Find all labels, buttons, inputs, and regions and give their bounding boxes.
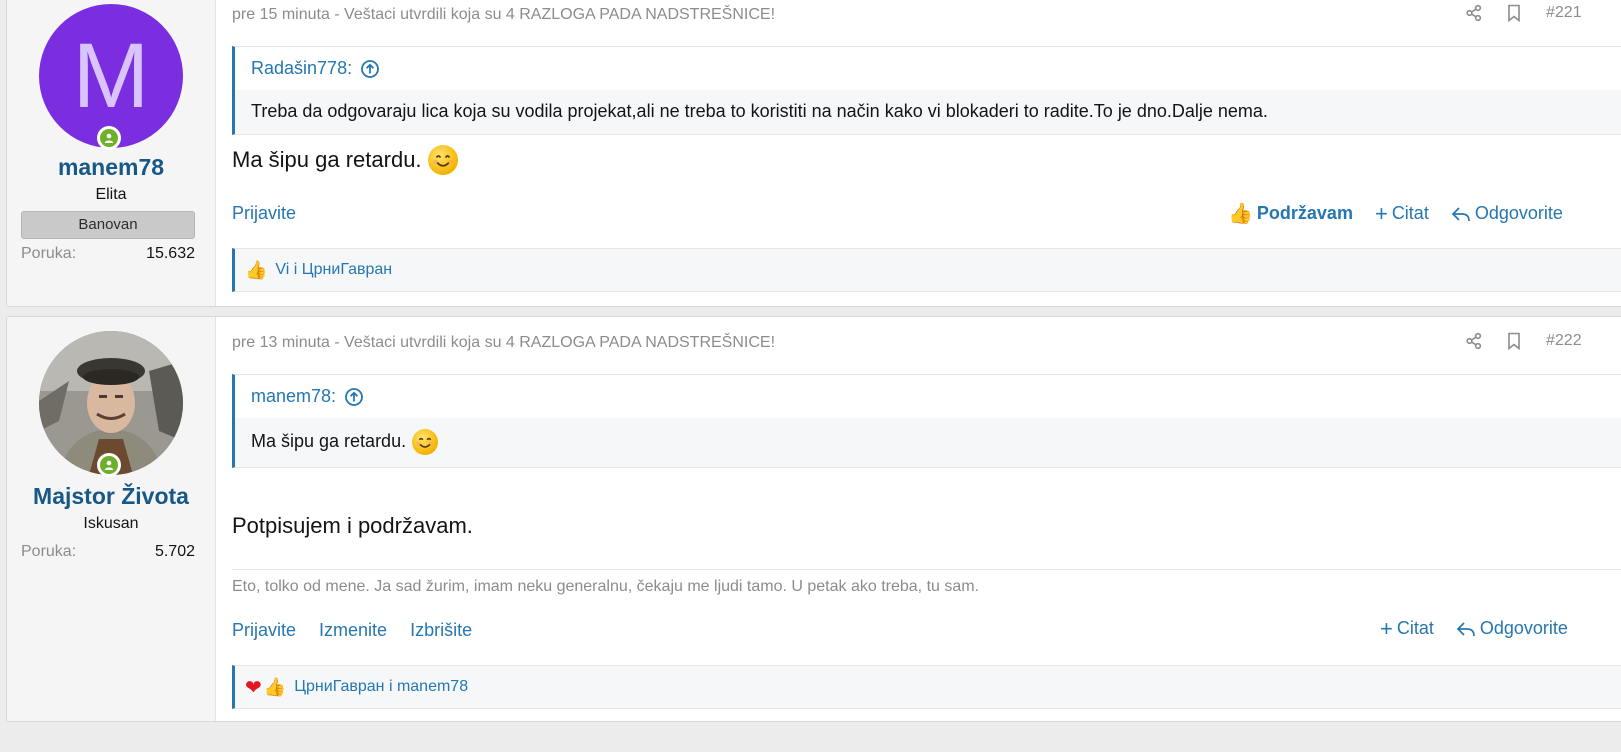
message-count-label: Poruka:	[21, 245, 77, 262]
bookmark-icon[interactable]	[1494, 332, 1534, 350]
edit-link[interactable]: Izmenite	[319, 620, 387, 641]
like-button[interactable]: 👍 Podržavam	[1228, 201, 1353, 226]
report-link[interactable]: Prijavite	[232, 620, 296, 641]
quote-text-content: Ma šipu ga retardu.	[251, 431, 407, 451]
quote-block: Radašin778: Treba da odgovaraju lica koj…	[232, 46, 1621, 135]
post-message-text: Potpisujem i podržavam.	[232, 513, 473, 538]
thumbs-up-icon: 👍	[263, 676, 287, 697]
username[interactable]: Majstor Života	[7, 483, 215, 510]
thumbs-up-icon: 👍	[1228, 203, 1253, 225]
plus-icon: +	[1380, 615, 1393, 641]
user-signature: Eto, tolko od mene. Ja sad žurim, imam n…	[232, 569, 1621, 596]
heart-icon: ❤	[245, 676, 262, 699]
quote-header[interactable]: Radašin778:	[235, 47, 1621, 90]
quote-button[interactable]: + Citat	[1374, 200, 1429, 226]
reply-icon	[1451, 206, 1470, 221]
bookmark-icon[interactable]	[1494, 4, 1534, 22]
user-info: M manem78 Elita Banovan Poruka: 15.632	[7, 0, 216, 306]
post-meta[interactable]: pre 13 minuta - Veštaci utvrdili koja su…	[232, 334, 775, 352]
quote-text: Treba da odgovaraju lica koja su vodila …	[251, 100, 1268, 121]
post-number[interactable]: #222	[1546, 332, 1582, 350]
message-count: Poruka: 5.702	[21, 543, 195, 561]
like-label: Podržavam	[1256, 203, 1353, 223]
quote-text: Ma šipu ga retardu.	[235, 418, 1621, 465]
quote-label: Citat	[1396, 618, 1434, 638]
message-count-value: 15.632	[146, 245, 195, 262]
post-tools: #222	[1454, 332, 1582, 350]
reply-label: Odgovorite	[1479, 618, 1568, 638]
quote-header[interactable]: manem78:	[235, 375, 1621, 418]
post-content: pre 15 minuta - Veštaci utvrdili koja su…	[216, 0, 1621, 306]
quote-block: manem78: Ma šipu ga retardu.	[232, 374, 1621, 468]
jump-to-quote-icon[interactable]	[344, 387, 364, 407]
quote-author[interactable]: Radašin778:	[251, 58, 352, 79]
user-banner: Banovan	[21, 211, 195, 239]
reply-button[interactable]: Odgovorite	[1451, 203, 1563, 224]
message-count-value: 5.702	[154, 543, 195, 560]
quote-label: Citat	[1391, 203, 1429, 223]
avatar[interactable]	[39, 331, 183, 477]
reply-button[interactable]: Odgovorite	[1456, 618, 1568, 639]
user-title: Iskusan	[83, 515, 139, 532]
quote-button[interactable]: + Citat	[1380, 615, 1434, 641]
post-content: pre 13 minuta - Veštaci utvrdili koja su…	[216, 317, 1621, 721]
reactions-bar[interactable]: 👍 Vi i ЦрниГавран	[232, 248, 1621, 292]
post-message: Ma šipu ga retardu.	[232, 145, 458, 175]
post-tools: #221	[1454, 4, 1582, 22]
username[interactable]: manem78	[7, 154, 215, 181]
online-status-icon	[97, 453, 121, 477]
reactions-list[interactable]: ЦрниГавран i manem78	[294, 678, 468, 696]
reply-label: Odgovorite	[1474, 203, 1563, 223]
post-message: Potpisujem i podržavam.	[232, 513, 473, 539]
post-actions-right: 👍 Podržavam + Citat Odgovorite	[1228, 201, 1563, 226]
post-actions-right: + Citat Odgovorite	[1380, 615, 1568, 641]
post-221: M manem78 Elita Banovan Poruka: 15.632 p…	[6, 0, 1621, 307]
post-actions-left: Prijavite Izmenite Izbrišite	[232, 620, 472, 641]
post-222: Majstor Života Iskusan Poruka: 5.702 pre…	[6, 316, 1621, 722]
smile-emoji-icon	[427, 145, 458, 175]
reactions-bar[interactable]: ❤ 👍 ЦрниГавран i manem78	[232, 665, 1621, 709]
reactions-list[interactable]: Vi i ЦрниГавран	[275, 261, 392, 279]
user-info: Majstor Života Iskusan Poruka: 5.702	[7, 317, 216, 721]
plus-icon: +	[1374, 200, 1388, 226]
user-title: Elita	[95, 186, 127, 203]
quote-author[interactable]: manem78:	[251, 386, 336, 407]
smile-emoji-icon	[412, 428, 439, 455]
post-number[interactable]: #221	[1546, 4, 1582, 22]
message-count-label: Poruka:	[21, 543, 77, 560]
post-meta[interactable]: pre 15 minuta - Veštaci utvrdili koja su…	[232, 6, 775, 24]
share-icon[interactable]	[1454, 4, 1494, 22]
message-count: Poruka: 15.632	[21, 245, 195, 263]
report-link[interactable]: Prijavite	[232, 203, 296, 224]
share-icon[interactable]	[1454, 332, 1494, 350]
jump-to-quote-icon[interactable]	[360, 59, 380, 79]
post-message-text: Ma šipu ga retardu.	[232, 147, 422, 172]
online-status-icon	[97, 126, 121, 150]
reply-icon	[1456, 621, 1475, 636]
post-actions-left: Prijavite	[232, 203, 296, 224]
avatar[interactable]: M	[39, 4, 183, 150]
delete-link[interactable]: Izbrišite	[410, 620, 472, 641]
thumbs-up-icon: 👍	[245, 259, 268, 280]
